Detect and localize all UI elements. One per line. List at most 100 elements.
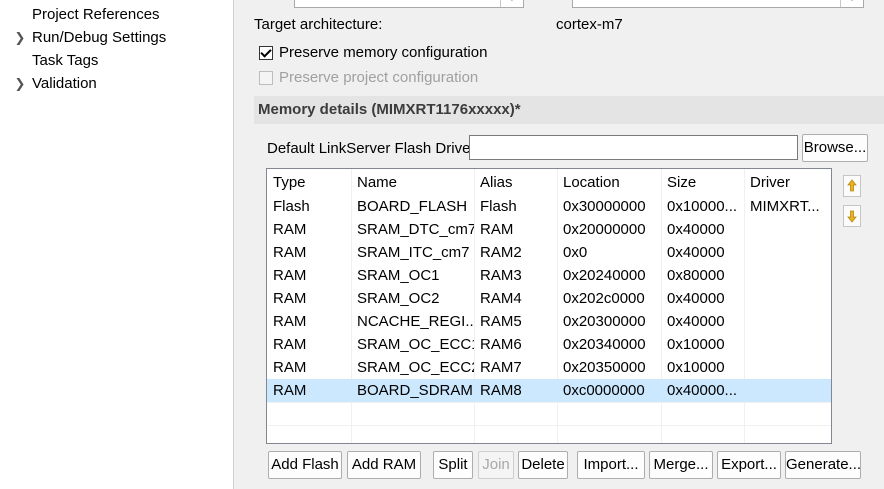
cell-alias: RAM2 <box>480 244 522 261</box>
cell-driver <box>744 287 831 310</box>
chevron-down-icon[interactable]: ▼ <box>840 0 863 7</box>
memory-details-title: Memory details (MIMXRT1176xxxxx)* <box>258 101 521 118</box>
cell-size: 0x40000... <box>667 382 738 399</box>
table-row[interactable]: RAM SRAM_OC_ECC2 RAM7 0x20350000 0x10000 <box>267 356 831 379</box>
cell-location: 0x20350000 <box>563 359 646 376</box>
cell-name: SRAM_OC_ECC2 <box>357 359 474 376</box>
cell-driver <box>744 218 831 241</box>
cell-type: RAM <box>273 313 307 330</box>
join-button: Join <box>478 451 514 479</box>
preserve-memory-label[interactable]: Preserve memory configuration <box>279 44 487 61</box>
cell-alias: Flash <box>480 198 517 215</box>
cell-name: NCACHE_REGI... <box>357 313 474 330</box>
move-up-icon <box>847 179 857 192</box>
merge-button[interactable]: Merge... <box>649 451 713 479</box>
add-flash-button[interactable]: Add Flash <box>268 451 342 479</box>
cell-name: BOARD_SDRAM <box>357 382 473 399</box>
move-up-button[interactable] <box>843 175 861 197</box>
cell-name: SRAM_DTC_cm7 <box>357 221 474 238</box>
split-button[interactable]: Split <box>433 451 473 479</box>
move-down-button[interactable] <box>843 205 861 227</box>
chevron-right-icon[interactable]: ❯ <box>14 73 26 95</box>
top-combo-left[interactable]: ▼ <box>294 0 524 8</box>
delete-button[interactable]: Delete <box>518 451 568 479</box>
column-header-alias[interactable]: Alias <box>474 171 557 194</box>
cell-type: RAM <box>273 267 307 284</box>
sidebar-item-validation[interactable]: ❯ Validation <box>0 73 233 95</box>
cell-alias: RAM <box>480 221 514 238</box>
table-row[interactable]: RAM NCACHE_REGI... RAM5 0x20300000 0x400… <box>267 310 831 333</box>
column-header-location[interactable]: Location <box>557 171 661 194</box>
sidebar-item-label: Validation <box>32 75 97 92</box>
cell-name: SRAM_OC_ECC1 <box>357 336 474 353</box>
cell-size: 0x40000 <box>667 313 725 330</box>
cell-size: 0x10000 <box>667 359 725 376</box>
cell-alias: RAM6 <box>480 336 522 353</box>
cell-type: RAM <box>273 244 307 261</box>
cell-driver <box>744 379 831 402</box>
sidebar-item-project-references[interactable]: Project References <box>0 4 233 26</box>
flash-driver-label: Default LinkServer Flash Driver <box>267 140 476 157</box>
properties-sidebar: Project References ❯ Run/Debug Settings … <box>0 0 234 489</box>
cell-driver <box>744 241 831 264</box>
cell-name: SRAM_ITC_cm7 <box>357 244 470 261</box>
cell-location: 0x20000000 <box>563 221 646 238</box>
cell-location: 0x20300000 <box>563 313 646 330</box>
cell-driver <box>744 333 831 356</box>
table-row[interactable]: RAM SRAM_ITC_cm7 RAM2 0x0 0x40000 <box>267 241 831 264</box>
cell-alias: RAM8 <box>480 382 522 399</box>
add-ram-button[interactable]: Add RAM <box>347 451 421 479</box>
cell-location: 0x20340000 <box>563 336 646 353</box>
cell-size: 0x40000 <box>667 244 725 261</box>
cell-name: BOARD_FLASH <box>357 198 468 215</box>
column-header-size[interactable]: Size <box>661 171 744 194</box>
sidebar-item-label: Task Tags <box>32 52 99 69</box>
cell-alias: RAM7 <box>480 359 522 376</box>
cell-type: RAM <box>273 221 307 238</box>
browse-button[interactable]: Browse... <box>802 134 868 162</box>
sidebar-item-task-tags[interactable]: Task Tags <box>0 50 233 72</box>
cell-location: 0x0 <box>563 244 588 261</box>
top-combo-right[interactable]: ▼ <box>572 0 864 8</box>
cell-type: Flash <box>273 198 310 215</box>
column-header-driver[interactable]: Driver <box>744 171 831 194</box>
sidebar-item-label: Run/Debug Settings <box>32 29 167 46</box>
column-header-type[interactable]: Type <box>267 171 351 194</box>
cell-type: RAM <box>273 336 307 353</box>
target-architecture-value: cortex-m7 <box>556 16 623 33</box>
chevron-down-icon[interactable]: ▼ <box>500 0 523 7</box>
move-down-icon <box>847 210 857 223</box>
table-row[interactable]: RAM SRAM_OC2 RAM4 0x202c0000 0x40000 <box>267 287 831 310</box>
flash-driver-input[interactable] <box>469 135 798 160</box>
import-button[interactable]: Import... <box>577 451 645 479</box>
cell-location: 0xc0000000 <box>563 382 645 399</box>
preserve-project-label: Preserve project configuration <box>279 69 479 86</box>
table-header-row: Type Name Alias Location Size Driver <box>267 171 831 194</box>
cell-alias: RAM3 <box>480 267 522 284</box>
sidebar-item-label: Project References <box>32 6 160 23</box>
table-row[interactable]: RAM SRAM_DTC_cm7 RAM 0x20000000 0x40000 <box>267 218 831 241</box>
table-row[interactable]: RAM SRAM_OC1 RAM3 0x20240000 0x80000 <box>267 264 831 287</box>
chevron-right-icon[interactable]: ❯ <box>14 27 26 49</box>
cell-size: 0x10000... <box>667 198 738 215</box>
cell-location: 0x30000000 <box>563 198 646 215</box>
preserve-memory-checkbox[interactable] <box>259 46 273 60</box>
export-button[interactable]: Export... <box>717 451 781 479</box>
cell-name: SRAM_OC2 <box>357 290 440 307</box>
cell-driver <box>744 264 831 287</box>
table-row[interactable]: Flash BOARD_FLASH Flash 0x30000000 0x100… <box>267 195 831 218</box>
generate-button[interactable]: Generate... <box>785 451 861 479</box>
column-header-name[interactable]: Name <box>351 171 474 194</box>
sidebar-item-run-debug-settings[interactable]: ❯ Run/Debug Settings <box>0 27 233 49</box>
cell-location: 0x20240000 <box>563 267 646 284</box>
cell-size: 0x40000 <box>667 290 725 307</box>
table-row[interactable]: RAM SRAM_OC_ECC1 RAM6 0x20340000 0x10000 <box>267 333 831 356</box>
table-row-selected[interactable]: RAM BOARD_SDRAM RAM8 0xc0000000 0x40000.… <box>267 379 831 402</box>
cell-driver: MIMXRT... <box>750 198 820 215</box>
target-architecture-label: Target architecture: <box>254 16 383 33</box>
cell-alias: RAM4 <box>480 290 522 307</box>
cell-driver <box>744 310 831 333</box>
memory-table[interactable]: Type Name Alias Location Size Driver Fla… <box>266 168 832 444</box>
cell-alias: RAM5 <box>480 313 522 330</box>
cell-type: RAM <box>273 359 307 376</box>
